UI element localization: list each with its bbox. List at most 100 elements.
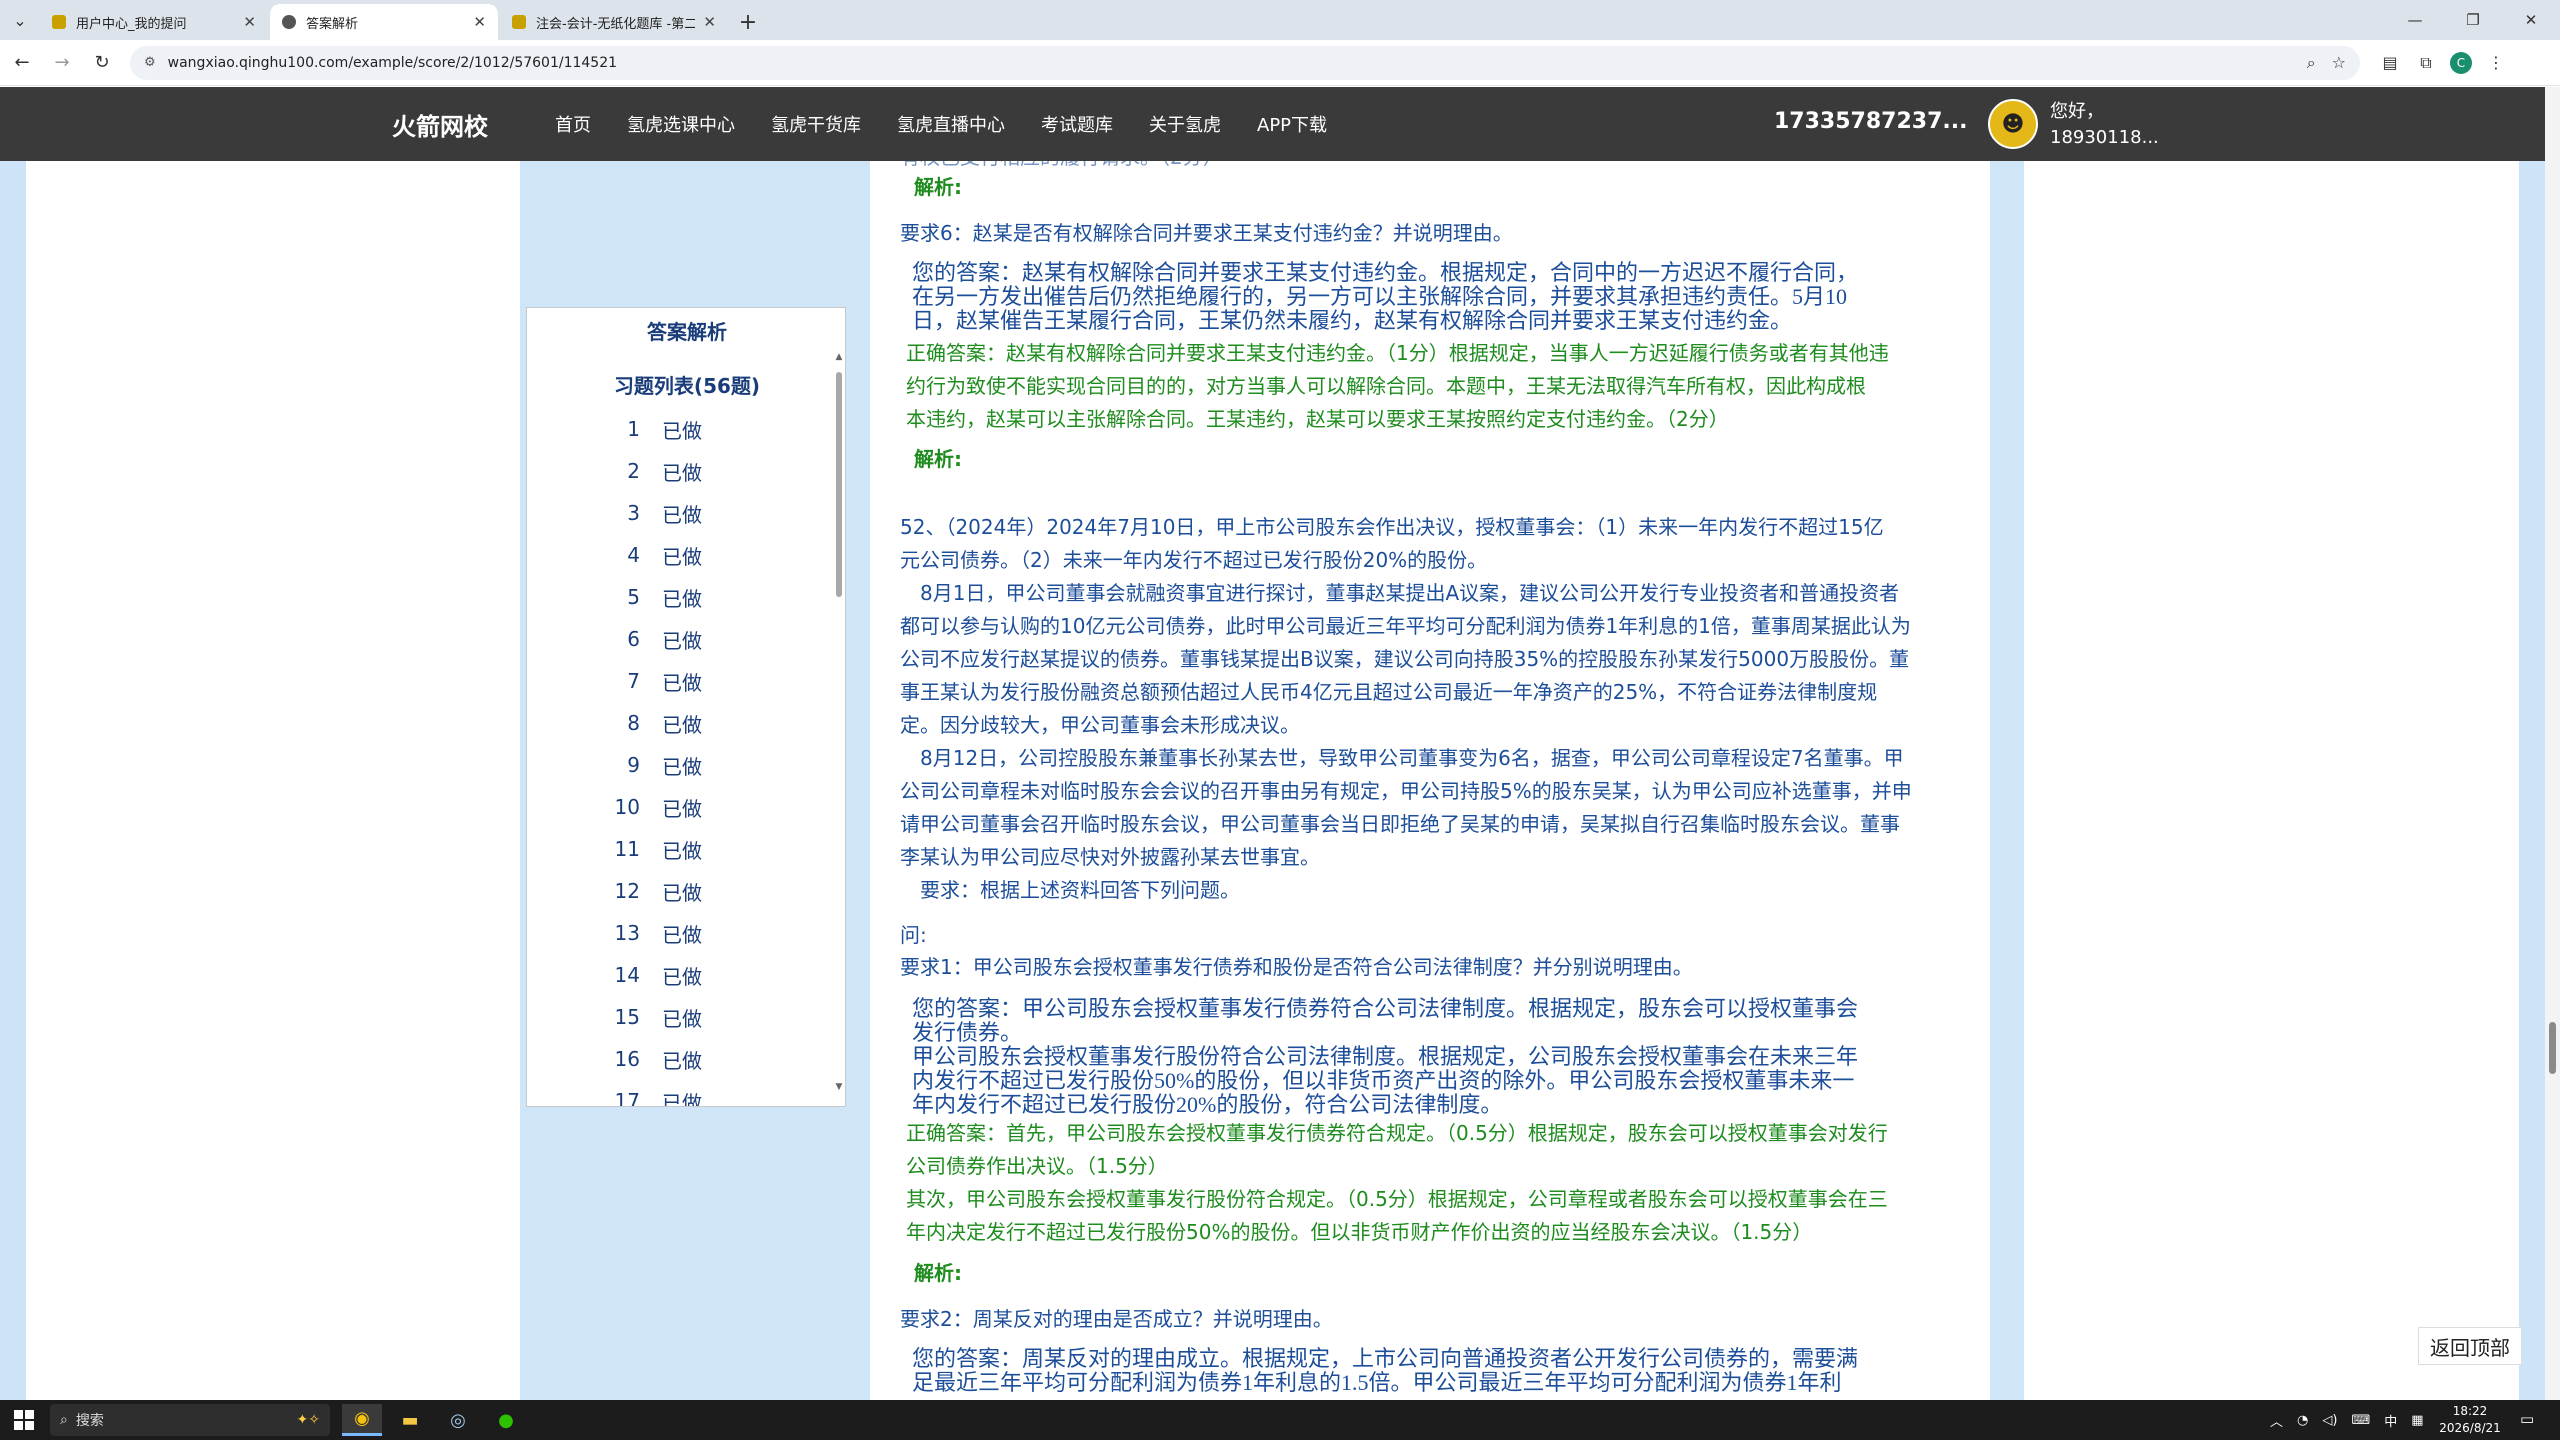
stem-line: 8月1日，甲公司董事会就融资事宜进行探讨，董事赵某提出A议案，建议公司公开发行专… — [900, 581, 1900, 605]
back-to-top-button[interactable]: 返回顶部 — [2418, 1327, 2522, 1365]
question-list-item[interactable]: 17 已做 — [527, 1080, 827, 1106]
browser-tab-3[interactable]: 注会-会计-无纸化题库 -第二十 ✕ — [500, 4, 728, 40]
correct-line: 约行为致使不能实现合同目的的，对方当事人可以解除合同。本题中，王某无法取得汽车所… — [906, 374, 1866, 398]
browser-tab-strip: ⌄ 用户中心_我的提问 ✕ 答案解析 ✕ 注会-会计-无纸化题库 -第二十 ✕ … — [0, 0, 2560, 40]
question-list-item[interactable]: 4 已做 — [527, 534, 827, 576]
avatar[interactable]: ☻ — [1988, 99, 2038, 149]
browser-tab-1[interactable]: 用户中心_我的提问 ✕ — [40, 4, 268, 40]
question-list-item[interactable]: 12 已做 — [527, 870, 827, 912]
new-tab-button[interactable]: + — [730, 4, 766, 40]
nav-about[interactable]: 关于氢虎 — [1149, 111, 1221, 137]
page-viewport: 火箭网校 首页 氢虎选课中心 氢虎干货库 氢虎直播中心 考试题库 关于氢虎 AP… — [0, 87, 2545, 1400]
steam-icon[interactable]: ◎ — [438, 1404, 478, 1436]
question-number: 5 — [627, 585, 640, 609]
page-scrollbar[interactable] — [2545, 87, 2560, 1400]
browser-tab-2[interactable]: 答案解析 ✕ — [270, 4, 498, 40]
question-list-heading: 习题列表(56题) — [613, 374, 761, 398]
keyboard-icon[interactable]: ⌨ — [2351, 1413, 2370, 1428]
scroll-up-icon[interactable]: ▲ — [833, 352, 845, 362]
panel-scrollbar[interactable]: ▲ ▼ — [833, 352, 845, 1092]
question-list-item[interactable]: 10 已做 — [527, 786, 827, 828]
tab-favicon-icon — [52, 15, 66, 29]
taskbar-search[interactable]: ⌕ 搜索 ✦✧ — [50, 1404, 330, 1436]
question-list-item[interactable]: 8 已做 — [527, 702, 827, 744]
user-phone[interactable]: 17335787237... — [1774, 109, 1967, 134]
network-icon[interactable]: ◔ — [2297, 1413, 2308, 1428]
profile-avatar[interactable]: C — [2450, 51, 2472, 74]
extensions-icon[interactable]: ⧉ — [2408, 45, 2444, 81]
nav-resource-library[interactable]: 氢虎干货库 — [771, 111, 861, 137]
question-number: 13 — [614, 921, 640, 945]
minimize-button[interactable]: — — [2386, 0, 2444, 40]
tab-close-icon[interactable]: ✕ — [473, 13, 486, 31]
question-list-item[interactable]: 1 已做 — [527, 408, 827, 450]
ime-indicator[interactable]: 中 — [2384, 1411, 2397, 1430]
answer-line: 发行债券。 — [912, 1020, 1023, 1045]
question-number: 1 — [627, 417, 640, 441]
ime-mode-icon[interactable]: ▦ — [2411, 1413, 2423, 1428]
answer-line: 您的答案：赵某有权解除合同并要求王某支付违约金。根据规定，合同中的一方迟迟不履行… — [912, 260, 1859, 285]
question-status: 已做 — [662, 712, 702, 737]
nav-home[interactable]: 首页 — [555, 111, 591, 137]
bookmark-star-icon[interactable]: ☆ — [2332, 53, 2346, 72]
nav-exam-bank[interactable]: 考试题库 — [1041, 111, 1113, 137]
restore-button[interactable]: ❐ — [2444, 0, 2502, 40]
forward-arrow-icon[interactable]: → — [44, 45, 80, 81]
question-list-item[interactable]: 5 已做 — [527, 576, 827, 618]
chrome-app-icon[interactable]: ◉ — [342, 1404, 382, 1436]
question-list-item[interactable]: 9 已做 — [527, 744, 827, 786]
correct-line: 其次，甲公司股东会授权董事发行股份符合规定。（0.5分）根据规定，公司章程或者股… — [906, 1187, 1888, 1211]
zoom-icon[interactable]: ⌕ — [2307, 53, 2316, 73]
question-list-item[interactable]: 11 已做 — [527, 828, 827, 870]
question-number: 11 — [614, 837, 640, 861]
nav-course-center[interactable]: 氢虎选课中心 — [627, 111, 735, 137]
right-column-background — [1990, 161, 2024, 1400]
clock[interactable]: 18:22 2026/8/21 — [2430, 1403, 2510, 1437]
menu-icon[interactable]: ⋮ — [2478, 45, 2514, 81]
wechat-icon[interactable]: ● — [486, 1404, 526, 1436]
site-logo[interactable]: 火箭网校 — [392, 107, 488, 142]
question-status: 已做 — [662, 796, 702, 821]
answer-line: 在另一方发出催告后仍然拒绝履行的，另一方可以主张解除合同，并要求其承担违约责任。… — [912, 284, 1848, 309]
question-status: 已做 — [662, 880, 702, 905]
your-answer-2: 您的答案：周某反对的理由成立。根据规定，上市公司向普通投资者公开发行公司债券的，… — [912, 1347, 1858, 1395]
tab-close-icon[interactable]: ✕ — [243, 13, 256, 31]
question-status: 已做 — [662, 460, 702, 485]
url-field[interactable]: ⚙ wangxiao.qinghu100.com/example/score/2… — [130, 45, 2360, 80]
stem-line: 李某认为甲公司应尽快对外披露孙某去世事宜。 — [900, 845, 1320, 869]
reload-icon[interactable]: ↻ — [84, 45, 120, 81]
search-placeholder: 搜索 — [75, 1413, 104, 1429]
back-arrow-icon[interactable]: ← — [4, 45, 40, 81]
stem-line: 事王某认为发行股份融资总额预估超过人民币4亿元且超过公司最近一年净资产的25%，… — [900, 680, 1878, 704]
stem-line: 定。因分歧较大，甲公司董事会未形成决议。 — [900, 713, 1300, 737]
requirement-2: 要求2：周某反对的理由是否成立？并说明理由。 — [900, 1307, 1333, 1331]
question-status: 已做 — [662, 964, 702, 989]
stem-line: 52、（2024年）2024年7月10日，甲上市公司股东会作出决议，授权董事会：… — [900, 515, 1884, 539]
question-number: 12 — [614, 879, 640, 903]
question-list-item[interactable]: 15 已做 — [527, 996, 827, 1038]
question-number: 2 — [627, 459, 640, 483]
panel-scroll-thumb[interactable] — [836, 372, 842, 597]
sidebar-icon[interactable]: ▤ — [2372, 45, 2408, 81]
tray-expand-icon[interactable]: ︿ — [2270, 1411, 2283, 1430]
question-list-item[interactable]: 3 已做 — [527, 492, 827, 534]
tab-close-icon[interactable]: ✕ — [703, 13, 716, 31]
close-window-button[interactable]: ✕ — [2502, 0, 2560, 40]
question-list-item[interactable]: 7 已做 — [527, 660, 827, 702]
volume-icon[interactable]: ◁) — [2322, 1413, 2337, 1428]
nav-live-center[interactable]: 氢虎直播中心 — [897, 111, 1005, 137]
user-greeting[interactable]: 您好， 18930118... — [2050, 99, 2159, 151]
file-explorer-icon[interactable]: ▬ — [390, 1404, 430, 1436]
start-button[interactable] — [14, 1410, 34, 1430]
scroll-down-icon[interactable]: ▼ — [833, 1082, 845, 1092]
page-scroll-thumb[interactable] — [2549, 1022, 2556, 1074]
tab-search-icon[interactable]: ⌄ — [0, 0, 40, 40]
question-list-item[interactable]: 13 已做 — [527, 912, 827, 954]
site-info-icon[interactable]: ⚙ — [144, 55, 156, 70]
notification-icon[interactable]: ▭ — [2520, 1410, 2534, 1428]
question-list-item[interactable]: 6 已做 — [527, 618, 827, 660]
question-list-item[interactable]: 16 已做 — [527, 1038, 827, 1080]
question-list-item[interactable]: 2 已做 — [527, 450, 827, 492]
question-list-item[interactable]: 14 已做 — [527, 954, 827, 996]
nav-app-download[interactable]: APP下载 — [1257, 111, 1327, 137]
